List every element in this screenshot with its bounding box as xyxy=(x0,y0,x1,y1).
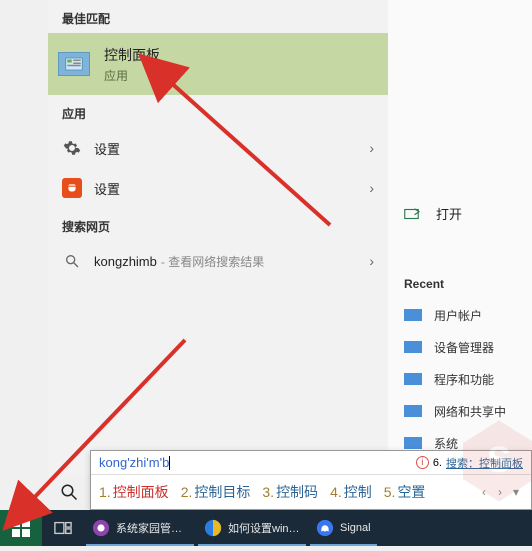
watermark: S xyxy=(454,416,532,506)
recent-header: Recent xyxy=(388,237,532,299)
web-search-item[interactable]: kongzhimb - 查看网络搜索结果 › xyxy=(48,241,388,281)
chevron-right-icon: › xyxy=(369,140,374,156)
signal-icon xyxy=(316,519,334,537)
app-item-settings-1[interactable]: 设置 › xyxy=(48,128,388,168)
panel-icon xyxy=(404,309,422,321)
gear-icon xyxy=(62,138,82,158)
panel-icon xyxy=(404,437,422,449)
chevron-right-icon: › xyxy=(369,253,374,269)
ime-candidate[interactable]: 1.控制面板 xyxy=(99,482,169,502)
best-match-subtitle: 应用 xyxy=(104,67,160,84)
panel-icon xyxy=(404,405,422,417)
open-action[interactable]: 打开 xyxy=(388,190,532,237)
start-detail-panel: 打开 Recent 用户帐户 设备管理器 程序和功能 网络和共享中 系统 xyxy=(388,0,532,475)
svg-text:S: S xyxy=(487,439,511,480)
web-search-hint: - 查看网络搜索结果 xyxy=(161,253,264,270)
recent-item[interactable]: 设备管理器 xyxy=(388,331,532,363)
start-search-panel: 最佳匹配 控制面板 应用 应用 设置 › 设置 › 搜索网页 kongzhimb… xyxy=(48,0,388,475)
ime-candidate[interactable]: 4.控制 xyxy=(330,482,372,502)
section-best-match: 最佳匹配 xyxy=(48,0,388,33)
best-match-title: 控制面板 xyxy=(104,45,160,65)
browser-icon xyxy=(92,519,110,537)
start-button[interactable] xyxy=(0,510,42,546)
taskbar-app[interactable]: 系统家园管理... xyxy=(84,510,196,546)
taskbar-app[interactable]: Signal xyxy=(308,510,379,546)
taskbar-app-label: 系统家园管理... xyxy=(116,520,188,536)
app-item-label: 设置 xyxy=(94,179,120,198)
panel-icon xyxy=(404,373,422,385)
settings-app-icon xyxy=(62,178,82,198)
search-icon xyxy=(62,251,82,271)
recent-item[interactable]: 程序和功能 xyxy=(388,363,532,395)
search-input-icon[interactable] xyxy=(55,478,83,506)
open-label: 打开 xyxy=(436,204,462,223)
best-match-item[interactable]: 控制面板 应用 xyxy=(48,33,388,95)
taskbar-app[interactable]: 如何设置win1... xyxy=(196,510,308,546)
browser-icon xyxy=(204,519,222,537)
panel-icon xyxy=(404,341,422,353)
ime-candidate[interactable]: 2.控制目标 xyxy=(181,482,251,502)
section-apps: 应用 xyxy=(48,95,388,128)
web-search-query: kongzhimb xyxy=(94,254,157,269)
taskbar-app-label: 如何设置win1... xyxy=(228,520,300,536)
control-panel-icon xyxy=(58,52,90,76)
ime-candidate[interactable]: 3.控制码 xyxy=(262,482,318,502)
ime-hint-num: 6. xyxy=(433,457,442,469)
app-item-label: 设置 xyxy=(94,139,120,158)
app-item-settings-2[interactable]: 设置 › xyxy=(48,168,388,208)
recent-item[interactable]: 用户帐户 xyxy=(388,299,532,331)
chevron-right-icon: › xyxy=(369,180,374,196)
ime-candidate[interactable]: 5.空置 xyxy=(384,482,426,502)
taskbar-app-label: Signal xyxy=(340,522,371,534)
open-icon xyxy=(404,207,422,221)
ime-composition[interactable]: kong'zhi'm'b xyxy=(99,455,170,471)
task-view-button[interactable] xyxy=(42,510,84,546)
section-search-web: 搜索网页 xyxy=(48,208,388,241)
info-icon: i xyxy=(416,456,429,469)
taskbar: 系统家园管理... 如何设置win1... Signal xyxy=(0,510,532,546)
